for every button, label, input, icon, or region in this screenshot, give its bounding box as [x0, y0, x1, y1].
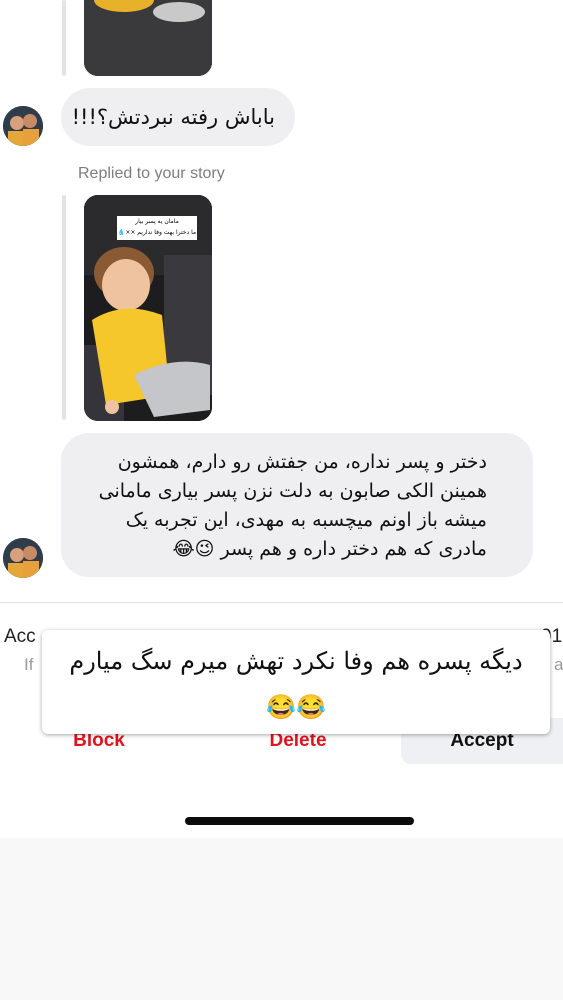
- avatar[interactable]: [3, 538, 43, 578]
- lower-empty-area: [0, 838, 563, 1000]
- request-info-text: Acc: [4, 626, 36, 647]
- reply-indicator-bar: [62, 195, 66, 420]
- message-bubble[interactable]: دختر و پسر نداره، من جفتش رو دارم، همشون…: [61, 433, 533, 577]
- story-caption-box: مامان یه پسر بیار ما دخترا بهت وفا نداری…: [117, 216, 197, 240]
- message-text: دختر و پسر نداره، من جفتش رو دارم، همشون…: [98, 451, 487, 560]
- home-indicator[interactable]: [185, 817, 414, 825]
- divider: [0, 602, 563, 603]
- avatar[interactable]: [3, 106, 43, 146]
- story-caption-line: مامان یه پسر بیار: [135, 218, 179, 225]
- story-image-top: [84, 0, 212, 76]
- request-info-subtext: If: [24, 655, 34, 674]
- message-text: باباش رفته نبردتش؟!!!: [71, 105, 275, 129]
- overlay-caption: دیگه پسره هم وفا نکرد تهش میرم سگ میارم😂…: [42, 630, 550, 734]
- replied-to-story-label: Replied to your story: [78, 165, 225, 182]
- story-thumbnail-top[interactable]: [84, 0, 212, 76]
- message-bubble[interactable]: باباش رفته نبردتش؟!!!: [61, 88, 295, 146]
- story-thumbnail[interactable]: مامان یه پسر بیار ما دخترا بهت وفا نداری…: [84, 195, 212, 421]
- request-info-subtext: a: [554, 655, 563, 674]
- reply-indicator-bar: [62, 0, 66, 76]
- overlay-caption-text: دیگه پسره هم وفا نکرد تهش میرم سگ میارم😂…: [69, 647, 523, 721]
- story-caption-line: ما دخترا بهت وفا نداریم ××💧: [117, 229, 197, 236]
